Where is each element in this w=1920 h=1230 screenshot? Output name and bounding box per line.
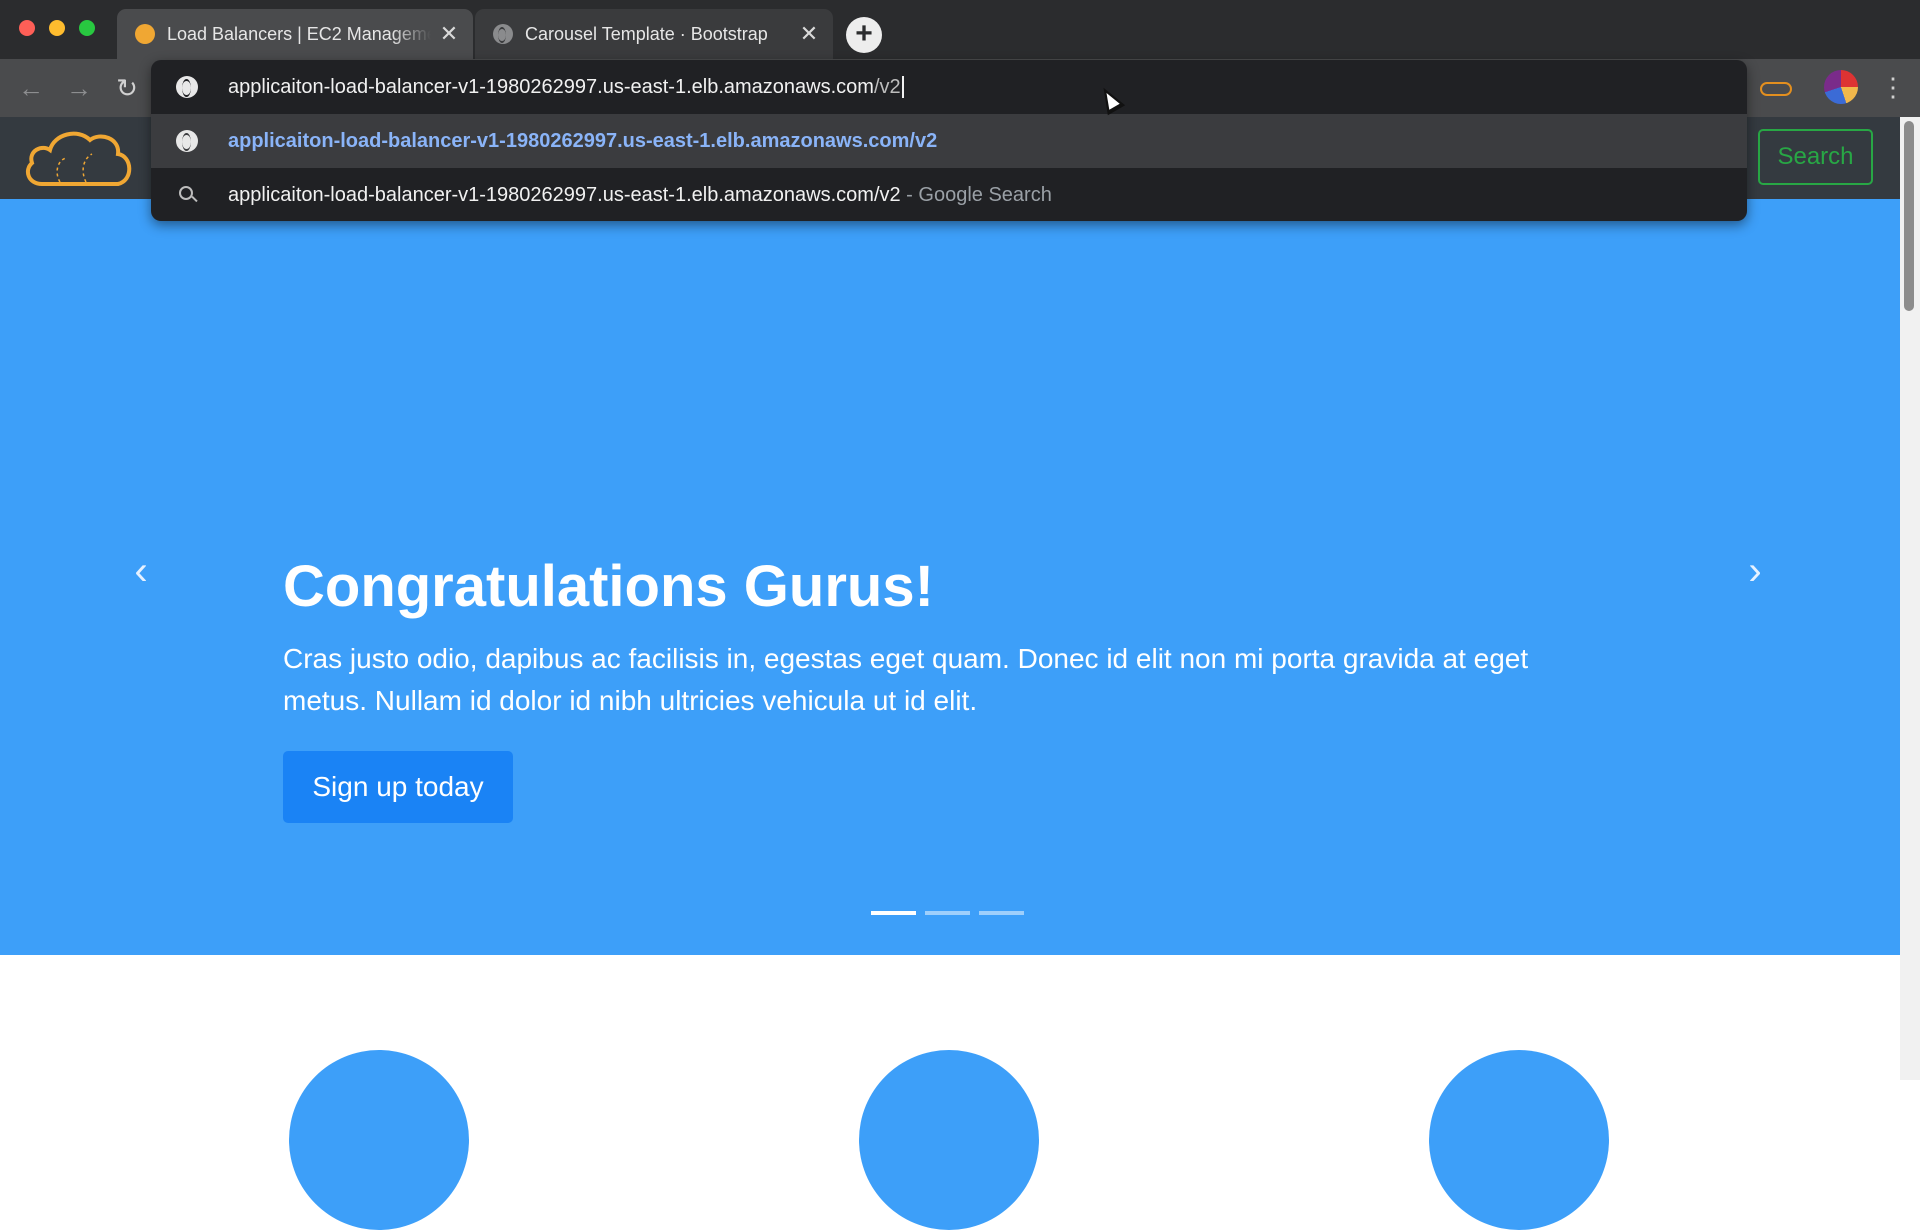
- close-icon[interactable]: ✕: [439, 21, 459, 47]
- sign-up-button[interactable]: Sign up today: [283, 751, 513, 823]
- reload-icon[interactable]: ↻: [110, 71, 144, 105]
- carousel-title: Congratulations Gurus!: [283, 554, 934, 619]
- tab-load-balancers[interactable]: Load Balancers | EC2 Management Console …: [117, 9, 473, 59]
- feature-image-3: [1429, 1050, 1609, 1230]
- suggestion-search-suffix: - Google Search: [900, 183, 1052, 206]
- cloud-logo-icon[interactable]: [20, 124, 136, 192]
- globe-icon: [493, 24, 513, 44]
- suggestion-url-text: applicaiton-load-balancer-v1-1980262997.…: [228, 129, 938, 152]
- address-bar-text: applicaiton-load-balancer-v1-1980262997.…: [228, 76, 904, 99]
- suggestion-google-search[interactable]: applicaiton-load-balancer-v1-1980262997.…: [151, 168, 1747, 221]
- carousel-indicator-2[interactable]: [925, 911, 970, 915]
- typed-suffix: /v2: [873, 75, 901, 98]
- feature-image-1: [289, 1050, 469, 1230]
- tab-title: Carousel Template · Bootstrap: [525, 23, 768, 44]
- profile-avatar[interactable]: [1824, 70, 1858, 104]
- omnibox-dropdown: applicaiton-load-balancer-v1-1980262997.…: [151, 60, 1747, 221]
- carousel-indicator-3[interactable]: [979, 911, 1024, 915]
- window-close-button[interactable]: [19, 20, 35, 36]
- back-icon[interactable]: ←: [14, 71, 48, 105]
- extension-icon[interactable]: [1760, 82, 1792, 96]
- text-caret: [901, 76, 904, 99]
- suggestion-url[interactable]: applicaiton-load-balancer-v1-1980262997.…: [151, 114, 1747, 168]
- close-icon[interactable]: ✕: [799, 21, 819, 47]
- address-bar-input[interactable]: applicaiton-load-balancer-v1-1980262997.…: [151, 60, 1747, 114]
- menu-icon[interactable]: ⋮: [1880, 70, 1906, 104]
- globe-icon: [176, 130, 198, 152]
- search-icon: [176, 184, 198, 206]
- globe-icon: [176, 76, 198, 98]
- new-tab-button[interactable]: +: [846, 17, 882, 53]
- feature-image-2: [859, 1050, 1039, 1230]
- carousel-text: Cras justo odio, dapibus ac facilisis in…: [283, 643, 1529, 716]
- tab-title: Load Balancers | EC2 Management Console: [167, 23, 431, 44]
- carousel-prev-icon[interactable]: ‹: [121, 546, 161, 596]
- carousel-next-icon[interactable]: ›: [1735, 546, 1775, 596]
- navbar-search-button[interactable]: Search: [1758, 129, 1873, 185]
- suggestion-search-text: applicaiton-load-balancer-v1-1980262997.…: [228, 183, 1052, 206]
- window-minimize-button[interactable]: [49, 20, 65, 36]
- scrollbar-thumb[interactable]: [1904, 121, 1914, 311]
- window-maximize-button[interactable]: [79, 20, 95, 36]
- forward-icon[interactable]: →: [62, 71, 96, 105]
- tab-carousel-template[interactable]: Carousel Template · Bootstrap ✕: [475, 9, 833, 59]
- aws-icon: [135, 24, 155, 44]
- carousel-indicator-1[interactable]: [871, 911, 916, 915]
